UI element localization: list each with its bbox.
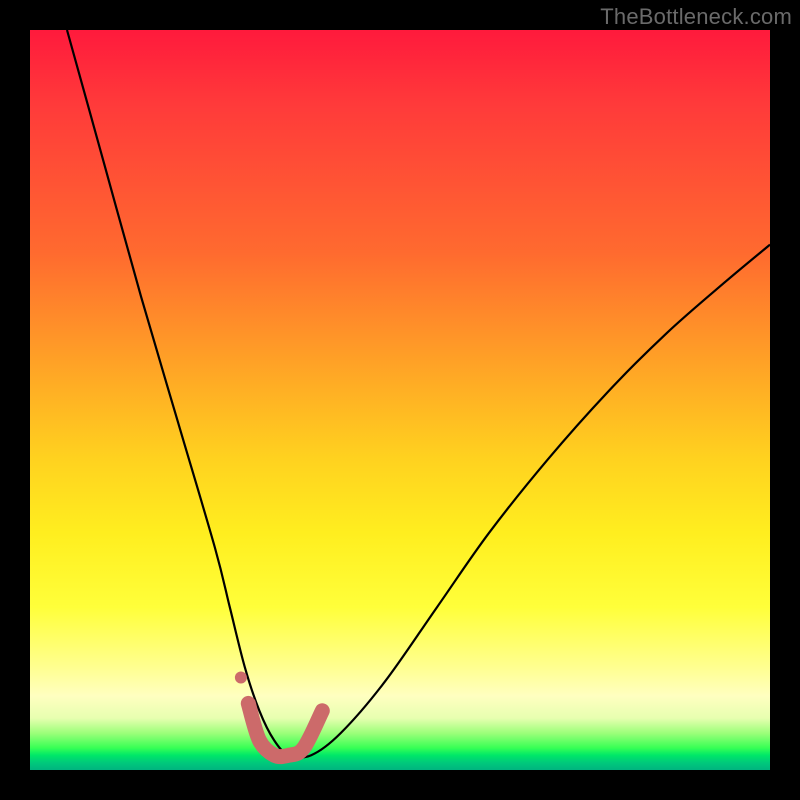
watermark-text: TheBottleneck.com [600,4,792,30]
chart-frame: TheBottleneck.com [0,0,800,800]
bottleneck-curve [67,30,770,758]
plot-area [30,30,770,770]
chart-svg [30,30,770,770]
highlight-dot-icon [235,672,247,684]
